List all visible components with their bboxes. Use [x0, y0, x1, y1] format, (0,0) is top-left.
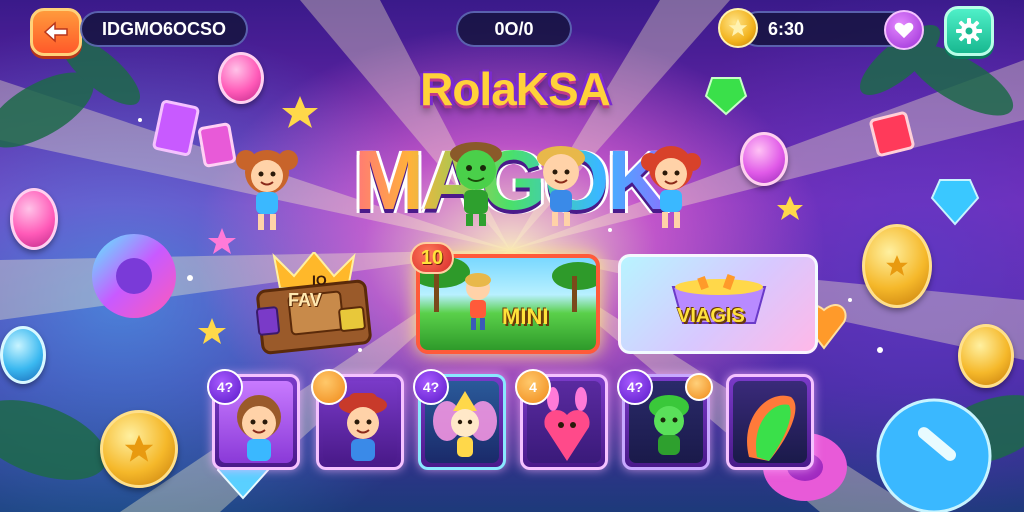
- character-girl-left: [236, 150, 298, 230]
- gold-coin-icon: [718, 8, 758, 48]
- floating-coin-pink-right: [740, 132, 788, 186]
- slot-5-orange-token-icon: [685, 373, 713, 401]
- green-gem-top: [704, 77, 748, 116]
- chest-label: FAV: [288, 290, 322, 310]
- score-display: 0O/0: [456, 11, 572, 47]
- lives-button[interactable]: [884, 10, 924, 50]
- character-slot-3[interactable]: 4?: [413, 369, 506, 470]
- blue-gem-right: [930, 179, 980, 226]
- vaults-mode-label: VIAGIS: [677, 305, 745, 327]
- mini-character-icon: [465, 273, 491, 330]
- floating-coin-pink-left: [10, 188, 58, 250]
- player-name-text: IDGMO6OCSO: [101, 18, 226, 39]
- arrow-left-icon: [43, 21, 68, 43]
- mini-mode-badge: 10: [410, 242, 454, 274]
- floating-coin-right: [862, 224, 932, 308]
- floating-coin-far-right: [958, 324, 1014, 388]
- character-slot-4[interactable]: 4: [515, 369, 608, 470]
- top-bar: IDGMO6OCSO 0O/0 6:30: [0, 0, 1024, 60]
- heart-icon: [894, 22, 914, 39]
- pink-tile-left: [152, 100, 236, 168]
- character-slot-6[interactable]: [726, 374, 814, 470]
- slot-3-badge: 4?: [413, 369, 449, 405]
- mini-mode-label: MINI: [502, 304, 549, 329]
- floating-coin-blue-left: [0, 326, 46, 384]
- red-tile-right: [869, 111, 915, 157]
- settings-button[interactable]: [944, 6, 994, 56]
- slot-1-badge: 4?: [207, 369, 243, 405]
- character-boy-cap: [537, 146, 585, 226]
- chest-number-label: IO: [312, 272, 327, 288]
- swirl-candy-left: [92, 234, 176, 318]
- rainbow-candy-icon: [747, 395, 796, 461]
- character-slot-2[interactable]: [311, 369, 404, 470]
- slot-5-badge: 4?: [617, 369, 653, 405]
- slot-4-badge: 4: [515, 369, 551, 405]
- vaults-mode-card[interactable]: VIAGIS: [618, 254, 818, 354]
- floating-coin-left: [100, 410, 178, 488]
- blue-orb-bottom-right: [876, 398, 992, 512]
- character-girl-right: [641, 146, 701, 228]
- score-text: 0O/0: [494, 18, 534, 39]
- back-button[interactable]: [30, 8, 82, 56]
- character-green-creature: [450, 142, 502, 226]
- game-subtitle: RolaKSA: [420, 63, 611, 115]
- character-slot-5[interactable]: 4?: [617, 369, 713, 470]
- player-name-display: IDGMO6OCSO: [80, 11, 248, 47]
- character-slot-1[interactable]: 4?: [207, 369, 300, 470]
- gear-icon: [956, 18, 982, 44]
- timer-text: 6:30: [768, 18, 805, 39]
- slot-2-badge: [311, 369, 347, 405]
